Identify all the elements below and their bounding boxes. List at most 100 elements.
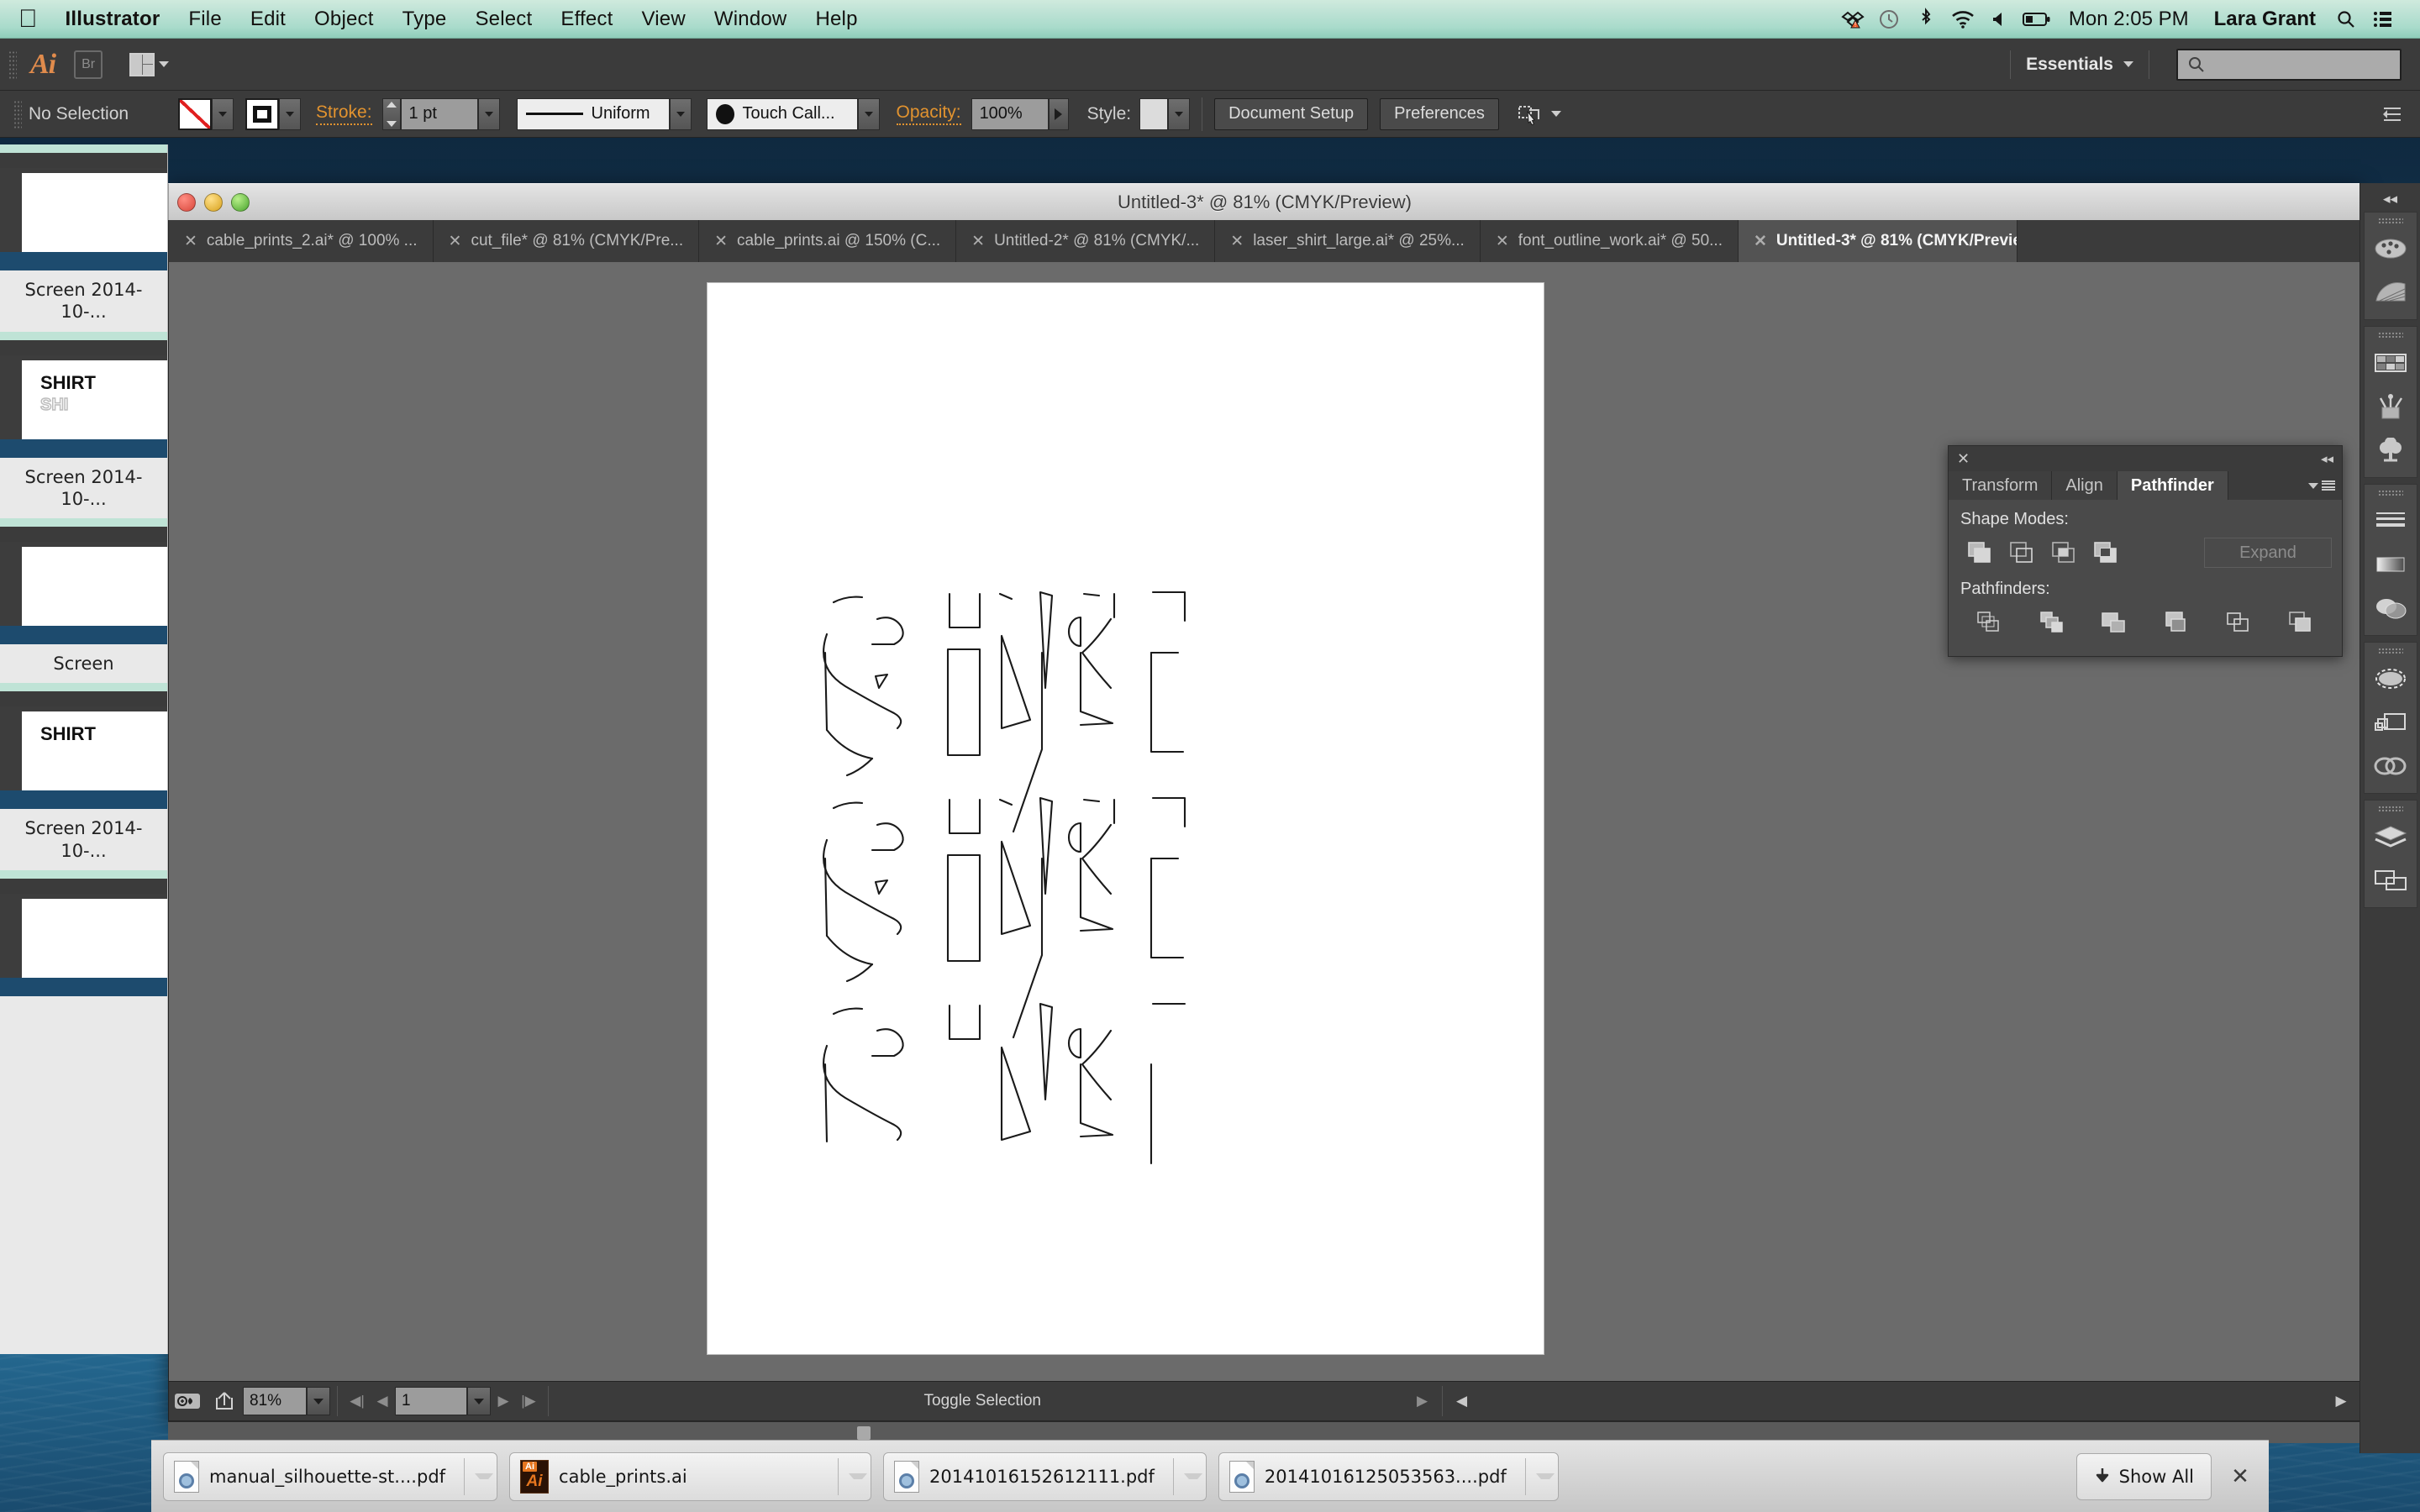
preflight-icon[interactable] [169, 1384, 206, 1418]
graphic-styles-icon[interactable] [2367, 701, 2414, 744]
document-tab-active[interactable]: ✕ Untitled-3* @ 81% (CMYK/Preview) [1738, 220, 2018, 262]
close-icon[interactable]: ✕ [1230, 232, 1244, 251]
preferences-button[interactable]: Preferences [1380, 97, 1499, 130]
collapse-panel-icon[interactable]: ◂◂ [2321, 451, 2333, 466]
menu-item-illustrator[interactable]: Illustrator [51, 0, 175, 39]
menu-item-select[interactable]: Select [460, 0, 546, 39]
taskbar-item[interactable]: 20141016152612111.pdf [883, 1452, 1207, 1501]
bluetooth-icon[interactable] [1907, 0, 1944, 39]
wifi-icon[interactable] [1944, 0, 1981, 39]
show-all-button[interactable]: Show All [2075, 1452, 2212, 1500]
opacity-label[interactable]: Opacity: [896, 102, 961, 125]
zoom-level-input[interactable]: 81% [243, 1387, 307, 1415]
appearance-icon[interactable] [2367, 657, 2414, 701]
stroke-icon[interactable] [2367, 499, 2414, 543]
minus-back-icon[interactable] [2270, 606, 2332, 639]
menu-item-type[interactable]: Type [388, 0, 461, 39]
close-icon[interactable]: ✕ [1754, 232, 1767, 251]
share-on-behance-icon[interactable] [206, 1384, 243, 1418]
spotlight-search-icon[interactable] [2328, 0, 2365, 39]
menu-item-window[interactable]: Window [700, 0, 802, 39]
exclude-icon[interactable] [2085, 536, 2127, 570]
transparency-icon[interactable] [2367, 586, 2414, 630]
last-artboard-icon[interactable]: |▶ [516, 1387, 541, 1415]
close-icon[interactable]: ✕ [1496, 232, 1509, 251]
canvas-area[interactable] [168, 262, 2361, 1381]
unite-icon[interactable] [1959, 536, 2001, 570]
stroke-weight-input[interactable]: 1 pt [400, 97, 478, 130]
help-search-input[interactable] [2176, 48, 2402, 81]
close-taskbar-button[interactable]: ✕ [2223, 1453, 2257, 1500]
dock-grip[interactable] [2377, 490, 2403, 496]
zoom-dropdown-button[interactable] [307, 1387, 330, 1415]
menu-bar-user[interactable]: Lara Grant [2202, 8, 2328, 31]
dock-grip[interactable] [2377, 218, 2403, 223]
close-icon[interactable]: ✕ [714, 232, 728, 251]
status-popup-icon[interactable]: ▶ [1410, 1387, 1435, 1415]
menu-item-object[interactable]: Object [300, 0, 388, 39]
close-icon[interactable]: ✕ [971, 232, 985, 251]
status-text[interactable]: Toggle Selection [555, 1392, 1410, 1410]
artboard[interactable] [708, 283, 1544, 1354]
thumbnail-screenshot[interactable] [0, 144, 167, 270]
scrollbar-thumb[interactable] [857, 1425, 871, 1440]
controlbar-overflow-icon[interactable] [2381, 105, 2420, 123]
crop-icon[interactable] [2145, 606, 2207, 639]
creative-cloud-icon[interactable] [2367, 744, 2414, 788]
brush-dropdown-button[interactable] [857, 97, 880, 130]
stroke-weight-dropdown-button[interactable] [477, 97, 500, 130]
background-preview-window[interactable]: Screen 2014-10-... SHIRT SHI Screen 2014… [0, 144, 168, 1354]
close-icon[interactable]: ✕ [449, 232, 462, 251]
tab-pathfinder[interactable]: Pathfinder [2117, 471, 2228, 500]
close-icon[interactable]: ✕ [184, 232, 197, 251]
artboards-icon[interactable] [2367, 858, 2414, 902]
dock-grip[interactable] [2377, 648, 2403, 654]
dock-grip[interactable] [2377, 332, 2403, 338]
stroke-dropdown-button[interactable] [279, 97, 301, 130]
opacity-popup-button[interactable] [1048, 97, 1069, 130]
next-artboard-icon[interactable]: ▶ [491, 1387, 516, 1415]
chevron-down-icon[interactable] [2123, 61, 2133, 67]
first-artboard-icon[interactable]: ◀| [345, 1387, 370, 1415]
expand-button[interactable]: Expand [2204, 538, 2332, 568]
style-dropdown-button[interactable] [1168, 97, 1191, 130]
artboard-number-input[interactable]: 1 [395, 1387, 467, 1415]
swatches-icon[interactable] [2367, 341, 2414, 385]
trim-icon[interactable] [2021, 606, 2083, 639]
document-tab[interactable]: ✕ laser_shirt_large.ai* @ 25%... [1215, 220, 1481, 262]
previous-artboard-icon[interactable]: ◀ [370, 1387, 395, 1415]
arrange-documents-button[interactable] [129, 52, 170, 76]
taskbar-item[interactable]: manual_silhouette-st....pdf [163, 1452, 498, 1501]
divide-icon[interactable] [1959, 606, 2021, 639]
time-machine-icon[interactable] [1870, 0, 1907, 39]
artwork-fragmented-letterforms[interactable] [708, 283, 1544, 1354]
stroke-weight-stepper[interactable] [381, 97, 401, 130]
workspace-switcher[interactable]: Essentials [2026, 55, 2113, 75]
chevron-down-icon[interactable] [849, 1473, 868, 1479]
stroke-color-swatch[interactable] [245, 97, 279, 130]
document-tab[interactable]: ✕ cable_prints_2.ai* @ 100% ... [169, 220, 434, 262]
volume-icon[interactable] [1981, 0, 2018, 39]
opacity-input[interactable]: 100% [971, 97, 1049, 130]
tab-align[interactable]: Align [2052, 471, 2118, 500]
scroll-left-icon[interactable]: ◀ [1449, 1387, 1475, 1415]
minus-front-icon[interactable] [2001, 536, 2043, 570]
chevron-down-icon[interactable] [1550, 111, 1561, 117]
chevron-down-icon[interactable] [1183, 1473, 1202, 1479]
notification-center-icon[interactable] [2365, 0, 2402, 39]
menu-item-effect[interactable]: Effect [546, 0, 627, 39]
document-tab[interactable]: ✕ Untitled-2* @ 81% (CMYK/... [956, 220, 1216, 262]
taskbar-item[interactable]: Ai cable_prints.ai [509, 1452, 872, 1501]
dropbox-sync-warning-icon[interactable]: ! [1833, 0, 1870, 39]
apple-logo-icon[interactable]:  [15, 3, 51, 36]
collapse-to-icons-icon[interactable]: ◂◂ [2360, 186, 2420, 212]
brushes-icon[interactable] [2367, 385, 2414, 428]
layers-icon[interactable] [2367, 815, 2414, 858]
document-tab[interactable]: ✕ font_outline_work.ai* @ 50... [1480, 220, 1739, 262]
pathfinder-panel[interactable]: ✕ ◂◂ Transform Align Pathfinder Shape Mo… [1948, 445, 2343, 657]
menu-item-file[interactable]: File [174, 0, 235, 39]
gradient-icon[interactable] [2367, 543, 2414, 586]
stroke-weight-label[interactable]: Stroke: [316, 102, 372, 125]
close-panel-icon[interactable]: ✕ [1957, 450, 1970, 468]
menu-item-view[interactable]: View [628, 0, 700, 39]
